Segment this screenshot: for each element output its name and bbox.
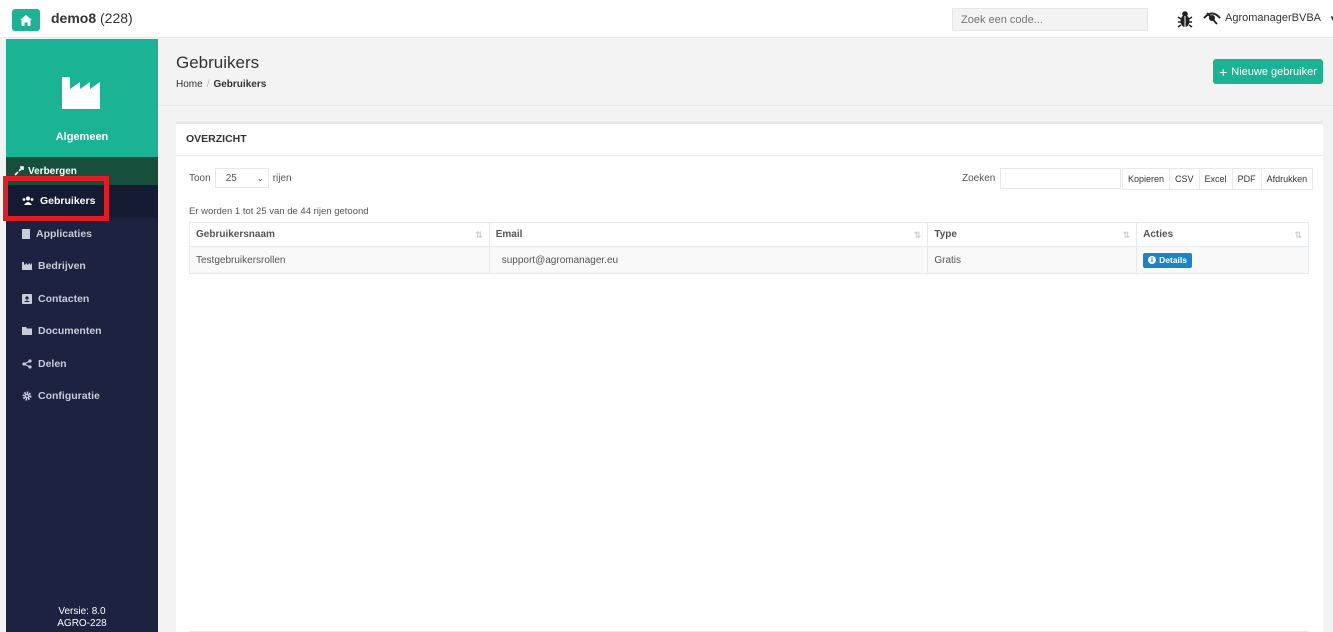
column-label: Gebruikersnaam — [196, 229, 275, 240]
sidebar-item-documenten[interactable]: Documenten — [6, 315, 158, 348]
new-user-button[interactable]: + Nieuwe gebruiker — [1213, 59, 1323, 84]
sidebar-header: Algemeen — [6, 39, 158, 157]
breadcrumb-separator: / — [206, 79, 210, 90]
details-button[interactable]: Details — [1143, 252, 1192, 268]
column-header-email[interactable]: Email ⇅ — [488, 222, 929, 247]
share-icon — [22, 359, 32, 369]
breadcrumb-home[interactable]: Home — [176, 79, 203, 90]
sidebar-item-label: Applicaties — [36, 227, 93, 240]
industry-icon — [22, 262, 32, 271]
top-navbar: demo8 (228) AgromanagerBVBA ▼ — [0, 0, 1333, 38]
print-button[interactable]: Afdrukken — [1260, 168, 1314, 190]
file-icon — [22, 228, 30, 239]
folder-icon — [22, 327, 32, 336]
details-label: Details — [1159, 255, 1187, 265]
column-label: Acties — [1143, 229, 1174, 240]
expand-icon — [14, 166, 24, 176]
highlight-annotation — [3, 176, 109, 221]
page-heading: Gebruikers Home / Gebruikers + Nieuwe gebr… — [158, 39, 1333, 106]
cell-type: Gratis — [927, 246, 1138, 274]
sidebar-item-applicaties[interactable]: Applicaties — [6, 218, 158, 251]
sort-icon: ⇅ — [1294, 230, 1302, 240]
cog-icon — [22, 391, 32, 401]
sidebar-item-bedrijven[interactable]: Bedrijven — [6, 250, 158, 283]
sidebar-item-label: Delen — [38, 357, 67, 370]
breadcrumb-current: Gebruikers — [213, 79, 267, 90]
cell-username: Testgebruikersrollen — [189, 246, 490, 274]
table-row: Testgebruikersrollen support@agromanager… — [189, 246, 1309, 274]
sidebar-item-label: Contacten — [38, 292, 90, 305]
eye-slash-icon — [1203, 12, 1221, 25]
column-header-acties[interactable]: Acties ⇅ — [1136, 222, 1309, 247]
table-filter: Zoeken — [962, 168, 1122, 189]
page-length-value: 25 — [225, 172, 237, 184]
show-label: Toon — [189, 172, 211, 184]
home-button[interactable] — [12, 9, 40, 31]
info-circle-icon — [1148, 256, 1157, 264]
column-header-gebruikersnaam[interactable]: Gebruikersnaam ⇅ — [189, 222, 490, 247]
new-user-label: Nieuwe gebruiker — [1231, 65, 1317, 78]
table-search-input[interactable] — [1000, 168, 1122, 189]
user-name: AgromanagerBVBA — [1225, 12, 1321, 24]
sidebar-item-delen[interactable]: Delen — [6, 348, 158, 381]
sidebar-section-title: Algemeen — [55, 131, 109, 143]
sidebar-item-contacten[interactable]: Contacten — [6, 283, 158, 316]
pdf-button[interactable]: PDF — [1231, 168, 1262, 190]
users-table: Gebruikersnaam ⇅ Email ⇅ Type ⇅ Acties ⇅ Tes… — [189, 222, 1309, 274]
export-buttons: Kopieren CSV Excel PDF Afdrukken — [1122, 168, 1314, 190]
hide-label: Verbergen — [28, 165, 77, 177]
breadcrumb: Home / Gebruikers — [176, 79, 266, 90]
rows-label: rijen — [272, 172, 292, 184]
sidebar-item-configuratie[interactable]: Configuratie — [6, 380, 158, 413]
app-title: demo8 (228) — [51, 10, 133, 26]
panel-title: OVERZICHT — [176, 124, 1323, 156]
sidebar: Algemeen Verbergen Gebruikers Applicatie… — [6, 39, 158, 632]
sort-icon: ⇅ — [475, 230, 483, 240]
cell-email: support@agromanager.eu — [488, 246, 929, 274]
factory-icon — [62, 77, 100, 109]
excel-button[interactable]: Excel — [1198, 168, 1233, 190]
column-label: Email — [495, 229, 523, 240]
build-code: AGRO-228 — [57, 618, 107, 629]
code-search-input[interactable] — [952, 8, 1148, 31]
sidebar-item-label: Bedrijven — [38, 260, 86, 273]
chevron-down-icon: ⌄ — [256, 173, 264, 183]
page-title: Gebruikers — [176, 53, 260, 72]
sidebar-item-label: Configuratie — [38, 390, 100, 403]
home-icon — [20, 14, 32, 26]
user-menu[interactable]: AgromanagerBVBA ▼ — [1203, 11, 1333, 25]
table-header-row: Gebruikersnaam ⇅ Email ⇅ Type ⇅ Acties ⇅ — [189, 222, 1309, 247]
bug-icon[interactable] — [1177, 10, 1193, 28]
sidebar-item-label: Documenten — [38, 325, 102, 338]
overview-panel: OVERZICHT Toon 25 ⌄ rijen Zoeken Kopiere… — [176, 121, 1323, 632]
caret-down-icon: ▼ — [1329, 13, 1333, 23]
email-value: support@agromanager.eu — [501, 254, 619, 266]
column-header-type[interactable]: Type ⇅ — [927, 222, 1138, 247]
environment-name: demo8 — [51, 10, 97, 26]
sort-icon: ⇅ — [1122, 230, 1131, 240]
column-label: Type — [934, 229, 957, 240]
search-label: Zoeken — [962, 173, 996, 184]
address-card-icon — [22, 293, 32, 304]
environment-count: (228) — [100, 10, 133, 26]
version-info: Versie: 8.0 AGRO-228 — [6, 606, 158, 630]
table-info: Er worden 1 tot 25 van de 44 rijen getoo… — [189, 206, 369, 217]
csv-button[interactable]: CSV — [1169, 168, 1200, 190]
page-length-select[interactable]: 25 ⌄ — [214, 168, 269, 188]
plus-icon: + — [1219, 63, 1228, 80]
version-number: Versie: 8.0 — [58, 606, 106, 617]
cell-actions: Details — [1136, 246, 1309, 274]
page-length-control: Toon 25 ⌄ rijen — [189, 168, 292, 188]
copy-button[interactable]: Kopieren — [1122, 168, 1171, 190]
sort-icon: ⇅ — [913, 230, 922, 240]
